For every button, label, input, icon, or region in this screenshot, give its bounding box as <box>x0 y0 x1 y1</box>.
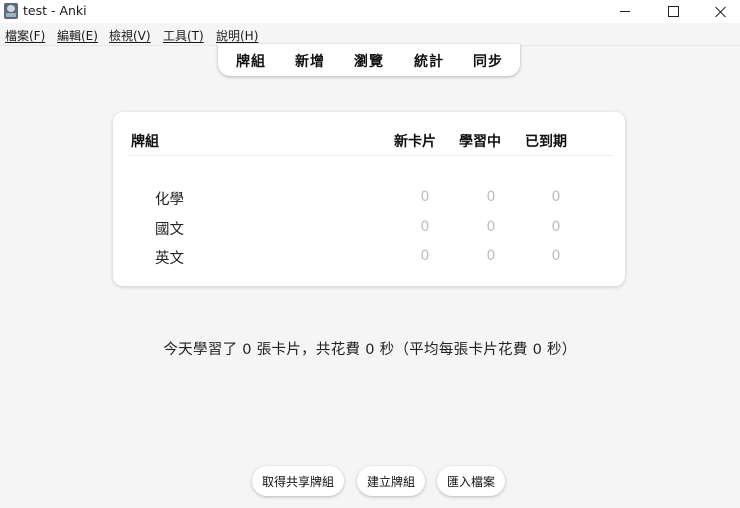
due-count: 0 <box>551 219 561 235</box>
header-divider <box>128 155 612 156</box>
deck-name-chinese[interactable]: 國文 <box>155 218 184 239</box>
close-button[interactable] <box>698 0 740 23</box>
close-icon <box>715 6 727 18</box>
get-shared-decks-button[interactable]: 取得共享牌組 <box>252 466 344 496</box>
menu-bar: 檔案(F) 編輯(E) 檢視(V) 工具(T) 說明(H) <box>0 23 740 46</box>
due-count: 0 <box>551 189 561 205</box>
deck-name-english[interactable]: 英文 <box>155 247 184 268</box>
anki-app-icon <box>4 3 18 19</box>
learning-count: 0 <box>486 219 496 235</box>
create-deck-button[interactable]: 建立牌組 <box>357 466 425 496</box>
deck-row: 英文 0 0 0 <box>113 247 625 271</box>
window-title: test - Anki <box>23 3 87 18</box>
menu-edit[interactable]: 編輯(E) <box>57 27 98 44</box>
deck-name-chemistry[interactable]: 化學 <box>155 188 184 209</box>
learning-count: 0 <box>486 248 496 264</box>
new-count: 0 <box>420 189 430 205</box>
toolbar-browse[interactable]: 瀏覽 <box>354 51 384 71</box>
import-file-button[interactable]: 匯入檔案 <box>437 466 505 496</box>
deck-row: 化學 0 0 0 <box>113 188 625 212</box>
header-deck: 牌組 <box>131 134 159 150</box>
due-count: 0 <box>551 248 561 264</box>
menu-file[interactable]: 檔案(F) <box>5 27 45 44</box>
deck-list: 牌組 新卡片 學習中 已到期 化學 0 0 0 國文 0 0 0 英文 0 0 … <box>113 112 625 286</box>
toolbar-stats[interactable]: 統計 <box>414 51 444 71</box>
learning-count: 0 <box>486 189 496 205</box>
minimize-icon <box>620 11 630 12</box>
maximize-button[interactable] <box>650 0 696 23</box>
deck-row: 國文 0 0 0 <box>113 218 625 242</box>
toolbar-sync[interactable]: 同步 <box>473 51 503 71</box>
new-count: 0 <box>420 219 430 235</box>
toolbar-add[interactable]: 新增 <box>295 51 325 71</box>
menu-help[interactable]: 說明(H) <box>216 27 258 44</box>
toolbar-decks[interactable]: 牌組 <box>236 51 266 71</box>
minimize-button[interactable] <box>602 0 648 23</box>
header-new: 新卡片 <box>394 134 436 150</box>
menu-tools[interactable]: 工具(T) <box>163 27 204 44</box>
main-toolbar: 牌組 新增 瀏覽 統計 同步 <box>218 44 520 76</box>
header-due: 已到期 <box>525 134 567 150</box>
today-stats: 今天學習了 0 張卡片，共花費 0 秒（平均每張卡片花費 0 秒） <box>163 342 577 358</box>
new-count: 0 <box>420 248 430 264</box>
header-learning: 學習中 <box>459 134 501 150</box>
title-bar: test - Anki <box>0 0 740 23</box>
maximize-icon <box>667 6 679 17</box>
menu-view[interactable]: 檢視(V) <box>109 27 151 44</box>
